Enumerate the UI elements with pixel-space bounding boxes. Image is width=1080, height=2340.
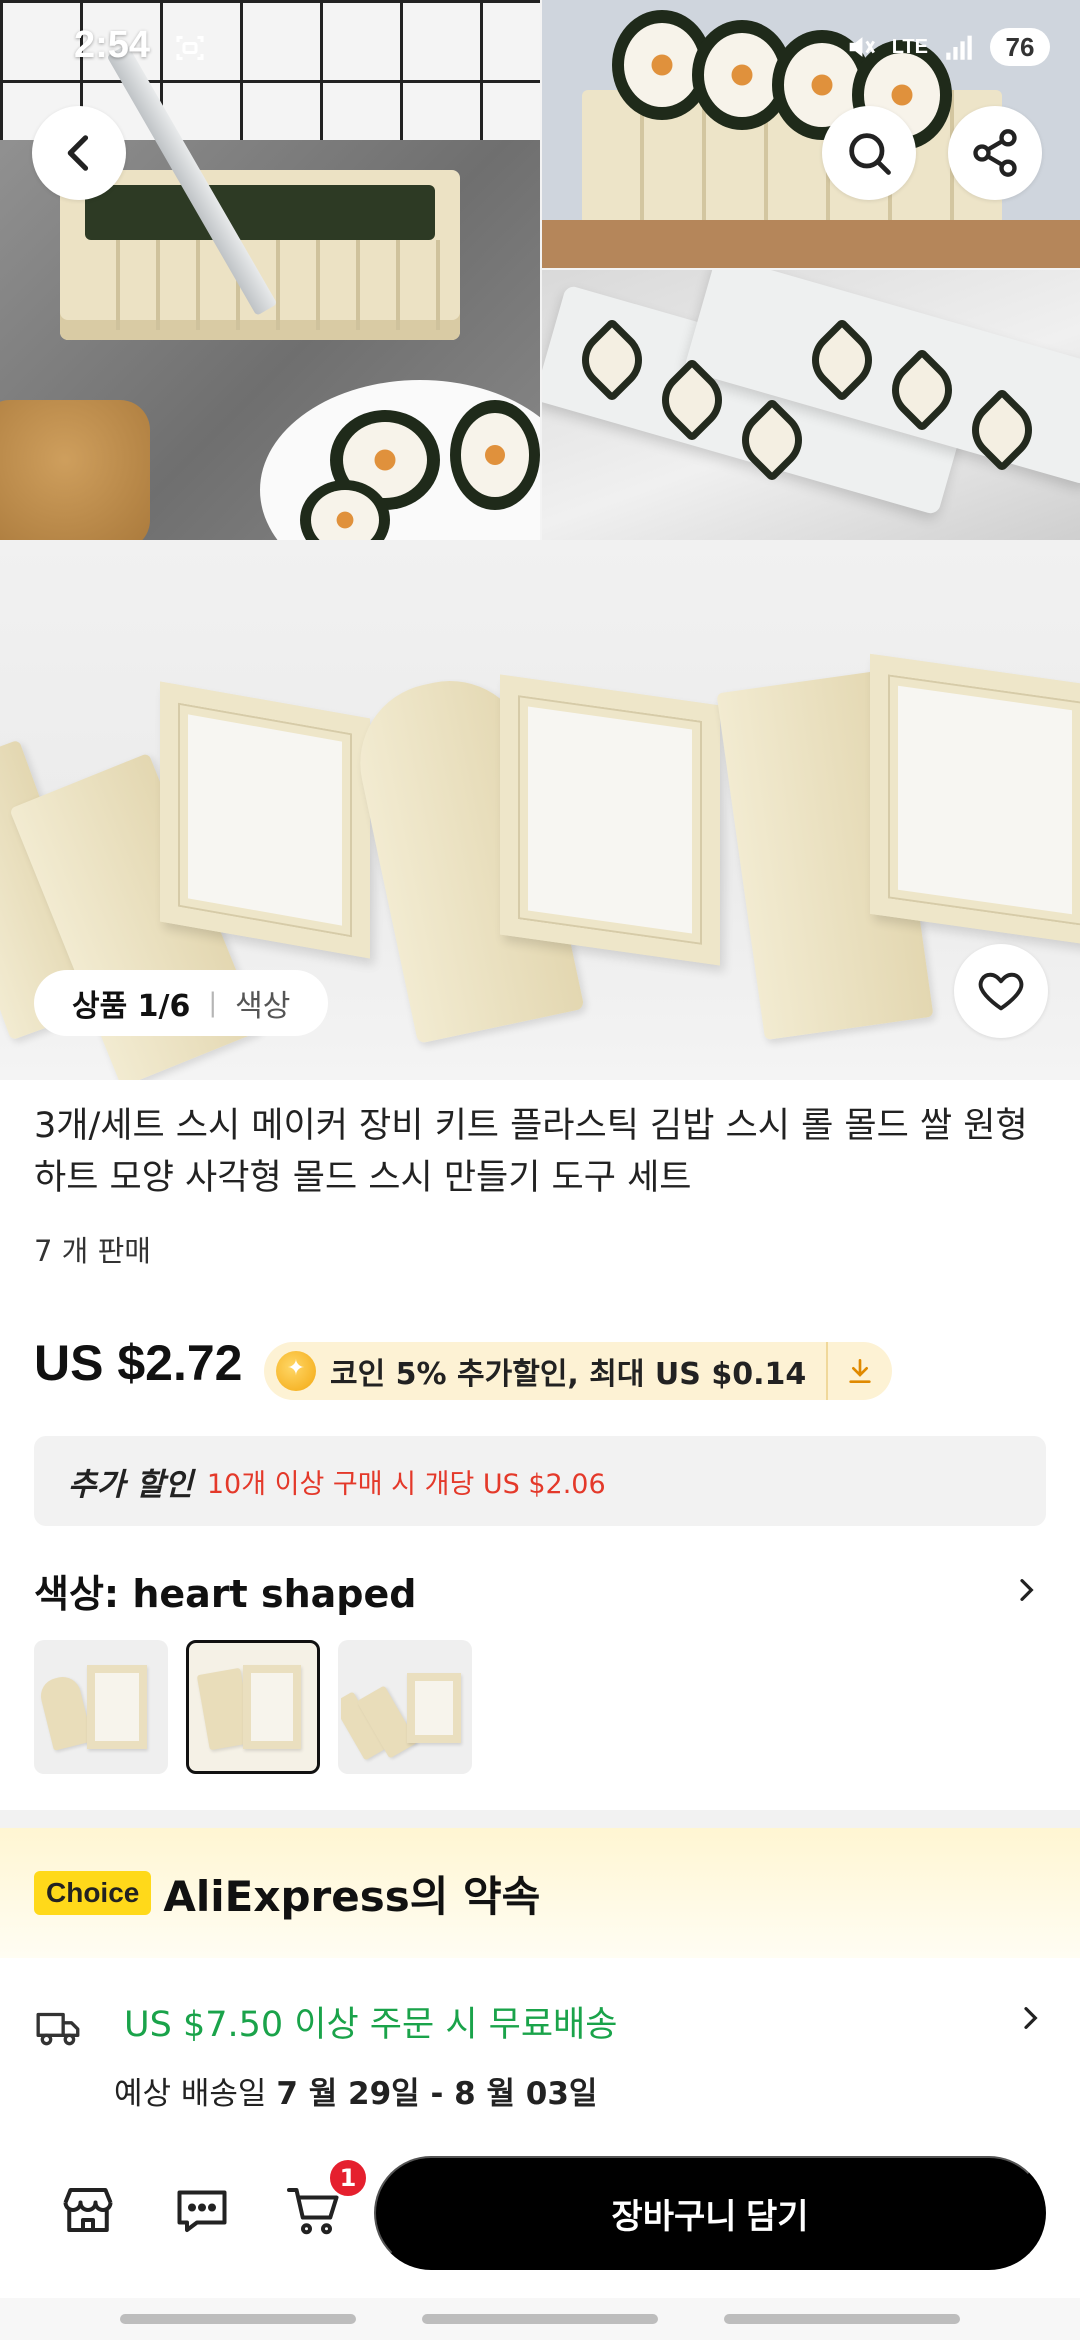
signal-icon: [946, 35, 972, 60]
product-image-gallery[interactable]: [0, 0, 1080, 1080]
battery-indicator: 76: [990, 28, 1050, 66]
back-button[interactable]: [32, 106, 126, 200]
cart-count-badge: 1: [328, 2158, 368, 2198]
heart-icon: [978, 972, 1024, 1011]
status-time: 2:54: [74, 24, 151, 66]
store-icon[interactable]: [58, 2180, 118, 2240]
delivery-label: 예상 배송일: [114, 2076, 267, 2112]
status-bar: 2:54 LTE 76: [0, 0, 1080, 96]
extra-discount-box: 추가 할인 10개 이상 구매 시 개당 US $2.06: [34, 1436, 1046, 1526]
nav-home-button[interactable]: [422, 2314, 658, 2324]
wishlist-button[interactable]: [954, 944, 1048, 1038]
coin-discount-banner[interactable]: 코인 5% 추가할인, 최대 US $0.14: [264, 1342, 892, 1400]
swatch-square[interactable]: [338, 1640, 472, 1774]
network-type: LTE: [891, 36, 928, 58]
mute-icon: [849, 37, 875, 57]
truck-icon: [36, 2012, 80, 2046]
nav-recents-button[interactable]: [120, 2314, 356, 2324]
gallery-counter-separator: |: [208, 988, 218, 1018]
screen-record-icon: [176, 36, 204, 60]
product-title: 3개/세트 스시 메이커 장비 키트 플라스틱 김밥 스시 롤 몰드 쌀 원형 …: [34, 1106, 1028, 1198]
selected-color-label: 색상: heart shaped: [34, 1571, 417, 1616]
free-shipping-text: US $7.50 이상 주문 시 무료배송: [124, 2005, 618, 2045]
choice-banner[interactable]: Choice AliExpress의 약속: [0, 1828, 1080, 1958]
delivery-estimate: 예상 배송일 7 월 29일 - 8 월 03일: [114, 2068, 597, 2113]
chevron-right-icon: [1020, 1579, 1034, 1601]
choice-title: AliExpress의 약속: [163, 1871, 541, 1921]
section-divider: [0, 1810, 1080, 1828]
shipping-row[interactable]: US $7.50 이상 주문 시 무료배송 예상 배송일 7 월 29일 - 8…: [34, 1986, 1046, 2116]
coin-discount-text: 코인 5% 추가할인, 최대 US $0.14: [330, 1357, 807, 1392]
color-swatches: [34, 1640, 472, 1774]
download-icon[interactable]: [844, 1355, 876, 1387]
extra-discount-label: 추가 할인: [68, 1466, 193, 1503]
add-to-cart-button[interactable]: 장바구니 담기: [374, 2156, 1046, 2270]
nav-back-button[interactable]: [724, 2314, 960, 2324]
choice-badge: Choice: [34, 1871, 152, 1915]
chevron-left-icon: [67, 135, 89, 171]
swatch-round[interactable]: [34, 1640, 168, 1774]
gallery-color-label: 색상: [235, 989, 291, 1024]
gallery-counter-text: 상품 1/6: [72, 989, 191, 1024]
gallery-counter[interactable]: 상품 1/6 | 색상: [34, 970, 329, 1036]
coin-icon: [276, 1351, 316, 1391]
product-photo-hearts: [542, 270, 1080, 540]
product-price: US $2.72: [34, 1335, 243, 1391]
search-icon: [849, 133, 891, 175]
color-selector-row[interactable]: 색상: heart shaped: [34, 1562, 1046, 1618]
chevron-right-icon: [1024, 2007, 1038, 2029]
sold-count: 7 개 판매: [34, 1234, 151, 1268]
search-button[interactable]: [822, 106, 916, 200]
system-navigation-bar: [0, 2298, 1080, 2340]
swatch-heart[interactable]: [186, 1640, 320, 1774]
chat-icon[interactable]: [172, 2180, 232, 2240]
extra-discount-detail: 10개 이상 구매 시 개당 US $2.06: [206, 1468, 606, 1500]
share-button[interactable]: [948, 106, 1042, 200]
share-icon: [973, 129, 1017, 177]
delivery-date-range: 7 월 29일 - 8 월 03일: [276, 2076, 598, 2112]
